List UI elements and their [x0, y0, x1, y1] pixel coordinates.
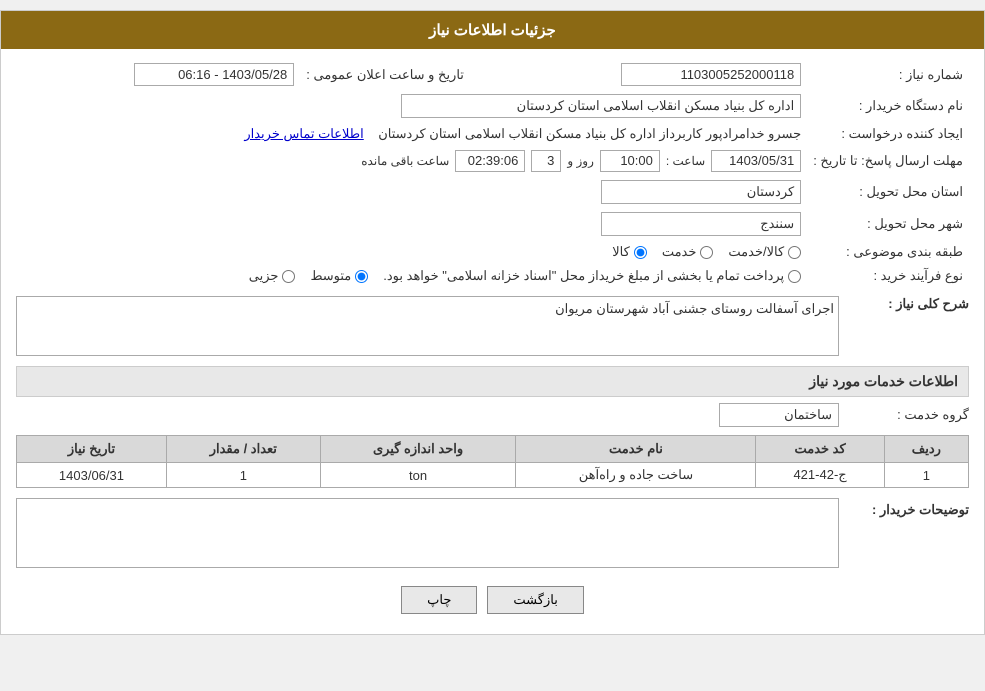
table-cell-row: 1 [884, 463, 968, 488]
province-label: استان محل تحویل : [807, 176, 969, 208]
category-radio-khidmat[interactable]: خدمت [662, 244, 714, 260]
buyer-org-value: اداره کل بنیاد مسکن انقلاب اسلامی استان … [401, 94, 801, 118]
service-group-label: گروه خدمت : [839, 407, 969, 423]
category-radio-group: کالا/خدمت خدمت کالا [22, 244, 801, 260]
buyer-notes-container [16, 498, 839, 571]
col-header-date: تاریخ نیاز [17, 436, 167, 463]
announcement-date-value: 1403/05/28 - 06:16 [134, 63, 294, 86]
description-row: شرح کلی نیاز : اجرای آسفالت روستای جشنی … [16, 296, 969, 356]
province-value: کردستان [601, 180, 801, 204]
radio-jozi[interactable] [282, 270, 295, 283]
radio-khidmat-label: خدمت [662, 244, 697, 260]
buyer-org-label: نام دستگاه خریدار : [807, 90, 969, 122]
description-container: اجرای آسفالت روستای جشنی آباد شهرستان مر… [16, 296, 839, 356]
buyer-notes-textarea[interactable] [16, 498, 839, 568]
deadline-days-label: روز و [567, 154, 594, 168]
deadline-time-label: ساعت : [666, 154, 705, 168]
remaining-time: 02:39:06 [455, 150, 525, 172]
city-value: سنندج [601, 212, 801, 236]
radio-motavaset-label: متوسط [310, 268, 351, 284]
service-group-row: گروه خدمت : ساختمان [16, 403, 969, 427]
radio-kala-label: کالا [612, 244, 630, 260]
radio-kala-khidmat[interactable] [788, 246, 801, 259]
col-header-qty: تعداد / مقدار [166, 436, 320, 463]
announcement-date-label: تاریخ و ساعت اعلان عمومی : [300, 59, 470, 90]
creator-label: ایجاد کننده درخواست : [807, 122, 969, 146]
description-value: اجرای آسفالت روستای جشنی آباد شهرستان مر… [555, 301, 834, 316]
service-group-value-container: ساختمان [719, 403, 839, 427]
page-title: جزئیات اطلاعات نیاز [429, 22, 556, 39]
radio-esnad-label: پرداخت تمام یا بخشی از مبلغ خریداز محل "… [383, 268, 784, 284]
service-group-value: ساختمان [719, 403, 839, 427]
need-number-label: شماره نیاز : [807, 59, 969, 90]
radio-khidmat[interactable] [700, 246, 713, 259]
page-header: جزئیات اطلاعات نیاز [1, 11, 984, 49]
table-cell-name: ساخت جاده و راه‌آهن [516, 463, 756, 488]
need-number-value: 1103005252000118 [621, 63, 801, 86]
buyer-notes-label: توضیحات خریدار : [839, 498, 969, 518]
table-cell-unit: ton [320, 463, 516, 488]
contact-link[interactable]: اطلاعات تماس خریدار [244, 126, 363, 141]
button-row: بازگشت چاپ [16, 586, 969, 614]
col-header-row: ردیف [884, 436, 968, 463]
purchase-type-radio-group: پرداخت تمام یا بخشی از مبلغ خریداز محل "… [22, 268, 801, 284]
services-table: ردیف کد خدمت نام خدمت واحد اندازه گیری ت… [16, 435, 969, 488]
table-cell-quantity: 1 [166, 463, 320, 488]
services-section-title: اطلاعات خدمات مورد نیاز [16, 366, 969, 397]
radio-kala[interactable] [634, 246, 647, 259]
description-box: اجرای آسفالت روستای جشنی آباد شهرستان مر… [16, 296, 839, 356]
purchase-type-label: نوع فرآیند خرید : [807, 264, 969, 288]
col-header-name: نام خدمت [516, 436, 756, 463]
radio-kala-khidmat-label: کالا/خدمت [728, 244, 784, 260]
radio-motavaset[interactable] [355, 270, 368, 283]
deadline-label: مهلت ارسال پاسخ: تا تاریخ : [807, 146, 969, 176]
deadline-days: 3 [531, 150, 561, 172]
radio-esnad[interactable] [788, 270, 801, 283]
radio-jozi-label: جزیی [249, 268, 279, 284]
deadline-time: 10:00 [600, 150, 660, 172]
purchase-type-jozi[interactable]: جزیی [249, 268, 296, 284]
creator-value: جسرو خدامرادپور کاربرداز اداره کل بنیاد … [378, 126, 801, 141]
category-radio-kala-khidmat[interactable]: کالا/خدمت [728, 244, 801, 260]
category-label: طبقه بندی موضوعی : [807, 240, 969, 264]
col-header-code: کد خدمت [756, 436, 884, 463]
table-cell-code: ج-42-421 [756, 463, 884, 488]
print-button[interactable]: چاپ [401, 586, 477, 614]
remaining-label: ساعت باقی مانده [361, 154, 449, 168]
back-button[interactable]: بازگشت [487, 586, 583, 614]
buyer-notes-row: توضیحات خریدار : [16, 498, 969, 571]
table-row: 1ج-42-421ساخت جاده و راه‌آهنton11403/06/… [17, 463, 969, 488]
purchase-type-motavaset[interactable]: متوسط [310, 268, 368, 284]
table-cell-date: 1403/06/31 [17, 463, 167, 488]
purchase-type-esnad[interactable]: پرداخت تمام یا بخشی از مبلغ خریداز محل "… [383, 268, 801, 284]
category-radio-kala[interactable]: کالا [612, 244, 647, 260]
col-header-unit: واحد اندازه گیری [320, 436, 516, 463]
deadline-date: 1403/05/31 [711, 150, 801, 172]
description-label: شرح کلی نیاز : [839, 296, 969, 312]
info-section: شماره نیاز : 1103005252000118 تاریخ و سا… [16, 59, 969, 288]
city-label: شهر محل تحویل : [807, 208, 969, 240]
